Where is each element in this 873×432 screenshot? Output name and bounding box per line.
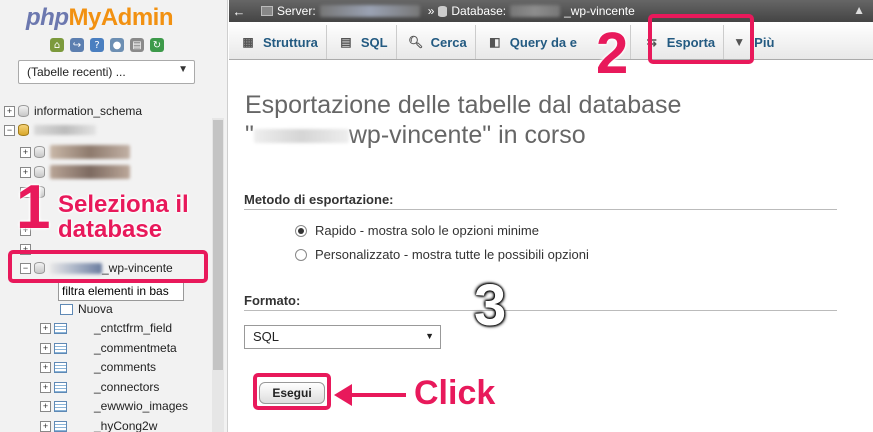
expand-icon[interactable]: +: [4, 105, 15, 117]
radio-quick[interactable]: Rapido - mostra solo le opzioni minime: [295, 223, 539, 238]
annotation-select-db: Seleziona il database: [58, 191, 189, 244]
database-icon: [18, 105, 29, 117]
table-icon: [54, 381, 67, 393]
expand-icon[interactable]: +: [40, 342, 51, 354]
query-icon: ◧: [489, 35, 501, 49]
expand-icon[interactable]: +: [40, 322, 51, 334]
tab-bar: ▦ Struttura ▤ SQL 🔍︎ Cerca ◧ Query da e ⇆ Esp…: [229, 22, 873, 60]
server-icon: [261, 6, 273, 16]
chevron-down-icon: ▼: [425, 331, 434, 341]
redacted-db: [510, 5, 561, 17]
expand-icon[interactable]: +: [40, 381, 51, 393]
new-table-icon: [60, 303, 73, 315]
quick-icons: ⌂ ↪ ? ● ▤ ↻: [50, 38, 164, 52]
redacted-name: [50, 165, 130, 179]
sql-icon: ▤: [340, 35, 352, 49]
database-icon: [34, 146, 45, 158]
navigation-scrollbar[interactable]: [212, 118, 224, 432]
table-icon: [54, 400, 67, 412]
tab-search[interactable]: 🔍︎ Cerca: [397, 25, 476, 59]
collapse-up-icon[interactable]: ▲: [853, 3, 865, 17]
annotation-box-export: [648, 14, 754, 64]
annotation-step-1: 1: [16, 173, 51, 242]
radio-button-selected[interactable]: [295, 224, 307, 237]
database-group-icon: [18, 124, 29, 136]
recent-tables-select[interactable]: (Tabelle recenti) ... ▼: [18, 60, 195, 84]
redacted-server: [319, 5, 420, 17]
reload-icon[interactable]: ↻: [150, 38, 164, 52]
tree-item-db[interactable]: +: [20, 143, 130, 161]
annotation-box-go: [253, 373, 331, 410]
redacted-name: [34, 125, 96, 135]
home-icon[interactable]: ⌂: [50, 38, 64, 52]
breadcrumb-separator: »: [427, 4, 435, 18]
radio-button[interactable]: [295, 248, 307, 261]
tab-sql[interactable]: ▤ SQL: [327, 25, 397, 59]
table-icon: [54, 361, 67, 373]
annotation-click: Click: [414, 374, 496, 412]
tree-item-new[interactable]: Nuova: [60, 300, 113, 318]
table-row[interactable]: + _hyCong2w: [40, 417, 157, 432]
breadcrumb-database[interactable]: Database: _wp-vincente: [438, 4, 635, 18]
table-row[interactable]: + _cntctfrm_field: [40, 319, 172, 337]
structure-icon: ▦: [242, 35, 254, 49]
format-label: Formato:: [244, 293, 301, 308]
chevron-down-icon: ▼: [178, 64, 188, 75]
annotation-step-2: 2: [596, 21, 629, 86]
help-icon[interactable]: ?: [90, 38, 104, 52]
annotation-box-database: [8, 250, 208, 283]
divider: [244, 310, 837, 311]
table-row[interactable]: + _ewwwio_images: [40, 397, 188, 415]
scrollbar-thumb[interactable]: [213, 120, 223, 370]
table-row[interactable]: + _commentmeta: [40, 339, 177, 357]
tree-item-information-schema[interactable]: + information_schema: [4, 102, 142, 120]
database-icon: [438, 5, 448, 17]
table-icon: [54, 342, 67, 354]
expand-icon[interactable]: +: [40, 420, 51, 432]
docs-icon[interactable]: ●: [110, 38, 124, 52]
tree-item-server-group[interactable]: −: [4, 121, 96, 139]
tab-structure[interactable]: ▦ Struttura: [233, 25, 327, 59]
radio-custom[interactable]: Personalizzato - mostra tutte le possibi…: [295, 247, 589, 262]
table-row[interactable]: + _connectors: [40, 378, 159, 396]
logout-icon[interactable]: ↪: [70, 38, 84, 52]
redacted-name: [50, 145, 130, 159]
phpmyadmin-logo[interactable]: phpMyAdmin: [26, 4, 174, 32]
page-title: Esportazione delle tabelle dal database …: [245, 91, 682, 149]
expand-icon[interactable]: +: [20, 146, 31, 158]
divider: [244, 209, 837, 210]
search-icon: 🔍︎: [408, 35, 424, 49]
table-row[interactable]: + _comments: [40, 358, 156, 376]
annotation-arrow-icon: [334, 384, 406, 406]
expand-icon[interactable]: +: [40, 361, 51, 373]
settings-icon[interactable]: ▤: [130, 38, 144, 52]
filter-input[interactable]: [58, 281, 184, 301]
collapse-icon[interactable]: −: [4, 124, 15, 136]
back-arrow-icon[interactable]: ←: [229, 4, 249, 19]
table-icon: [54, 322, 67, 334]
export-method-label: Metodo di esportazione:: [244, 192, 394, 207]
redacted-db-name: [253, 129, 349, 144]
breadcrumb: ← Server: » Database: _wp-vincente ▲: [229, 0, 873, 22]
table-icon: [54, 420, 67, 432]
breadcrumb-server[interactable]: Server:: [261, 4, 420, 18]
annotation-step-3: 3: [474, 273, 507, 338]
format-select[interactable]: SQL ▼: [244, 325, 441, 349]
expand-icon[interactable]: +: [40, 400, 51, 412]
